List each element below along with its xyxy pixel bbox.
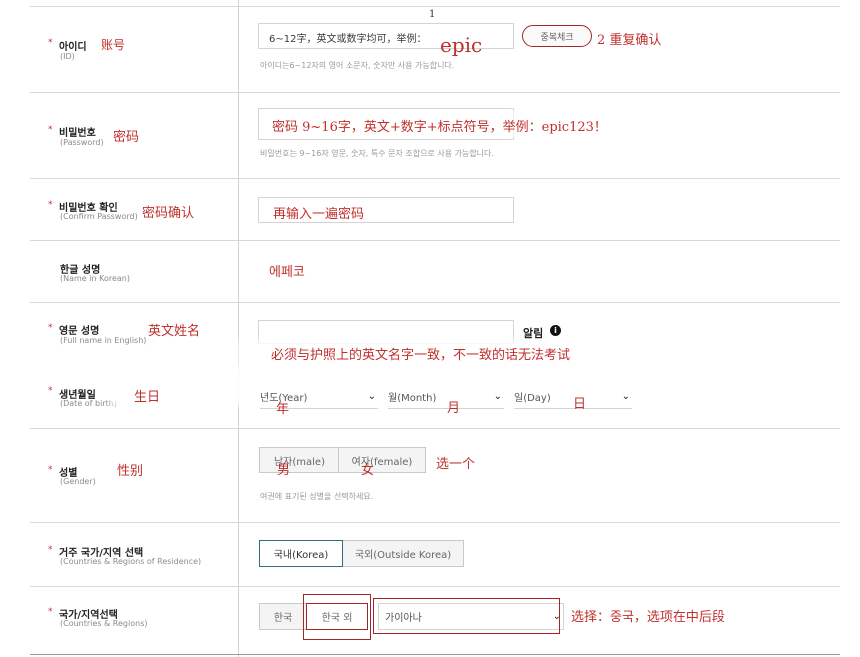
male-annotation: 男 xyxy=(277,463,291,478)
password-annotation: 密码 xyxy=(113,130,140,145)
country-korea-button[interactable]: 한국 xyxy=(259,603,307,630)
required-mark: * xyxy=(48,607,53,617)
gender-pick-annotation: 选一个 xyxy=(436,457,476,472)
required-mark: * xyxy=(48,545,53,555)
registration-form: * 아이디 (ID) 账号 1 6~12字，英文或数字均可，举例： epic 중… xyxy=(0,0,860,657)
chevron-down-icon: ⌄ xyxy=(367,391,376,402)
row-divider xyxy=(30,586,840,587)
korean-name-sublabel: (Name in Korean) xyxy=(60,274,130,283)
password-sublabel: (Password) xyxy=(60,138,104,147)
gender-male-button[interactable]: 남자(male) xyxy=(259,447,339,473)
highlight-box xyxy=(373,598,560,634)
id-example: epic xyxy=(440,33,483,57)
gender-sublabel: (Gender) xyxy=(60,477,96,486)
confirm-password-input[interactable]: 再输入一遍密码 xyxy=(258,197,514,223)
row-divider xyxy=(30,6,840,7)
english-name-annotation: 英文姓名 xyxy=(148,324,201,339)
step-mark: 1 xyxy=(429,9,436,20)
id-input-text: 6~12字，英文或数字均可，举例： xyxy=(269,34,427,45)
confirm-sublabel: (Confirm Password) xyxy=(60,212,138,221)
row-divider xyxy=(30,92,840,93)
highlight-box xyxy=(303,594,371,640)
month-select-value: 월(Month) xyxy=(388,393,437,404)
month-select[interactable]: 월(Month) ⌄ xyxy=(388,385,504,409)
id-hint: 아이디는6~12자의 영어 소문자, 숫자만 사용 가능합니다. xyxy=(260,61,455,70)
required-mark: * xyxy=(48,200,53,210)
required-mark: * xyxy=(48,125,53,135)
residence-korea-button[interactable]: 국내(Korea) xyxy=(259,540,343,567)
month-annotation: 月 xyxy=(447,401,461,416)
gender-female-button[interactable]: 여자(female) xyxy=(338,447,426,473)
duplicate-check-button[interactable]: 중복체크 xyxy=(522,25,592,47)
birth-sublabel: (Date of birth) xyxy=(60,399,117,408)
bottom-border xyxy=(30,654,840,655)
check-annotation: 2 重复确认 xyxy=(597,33,662,48)
chevron-down-icon: ⌄ xyxy=(493,391,502,402)
required-mark: * xyxy=(48,386,53,396)
female-annotation: 女 xyxy=(361,463,375,478)
country-sublabel: (Countries & Regions) xyxy=(60,619,148,628)
english-name-sublabel: (Full name in English) xyxy=(60,336,147,345)
gender-hint: 여권에 표기된 성별을 선택하세요. xyxy=(260,492,374,501)
year-annotation: 年 xyxy=(276,402,290,417)
country-annotation: 选择：중국，选项在中后段 xyxy=(571,610,725,625)
residence-outside-button[interactable]: 국외(Outside Korea) xyxy=(342,540,464,567)
required-mark: * xyxy=(48,465,53,475)
id-annotation: 账号 xyxy=(101,38,126,52)
english-name-note: 必须与护照上的英文名字一致，不一致的话无法考试 xyxy=(271,348,571,363)
confirm-annotation: 密码确认 xyxy=(142,206,195,221)
row-divider xyxy=(30,178,840,179)
row-divider xyxy=(30,302,840,303)
row-divider xyxy=(30,428,840,429)
korean-name-annotation: 에페코 xyxy=(269,265,305,280)
password-annotation-text: 密码 9~16字，英文+数字+标点符号，举例：epic123！ xyxy=(272,120,607,135)
column-divider xyxy=(238,0,239,657)
day-annotation: 日 xyxy=(573,397,587,412)
alert-label: 알림 xyxy=(523,327,544,340)
chevron-down-icon: ⌄ xyxy=(621,391,630,402)
row-divider xyxy=(30,522,840,523)
password-hint: 비밀번호는 9~16자 영문, 숫자, 특수 문자 조합으로 사용 가능합니다. xyxy=(260,149,494,158)
confirm-annotation-text: 再输入一遍密码 xyxy=(273,207,365,222)
required-mark: * xyxy=(48,38,53,48)
id-sublabel: (ID) xyxy=(60,52,75,61)
english-name-label: 영문 성명 xyxy=(59,326,100,337)
residence-sublabel: (Countries & Regions of Residence) xyxy=(60,557,202,566)
info-icon[interactable]: i xyxy=(550,325,561,336)
row-divider xyxy=(30,240,840,241)
id-label: 아이디 xyxy=(59,42,87,53)
password-label: 비밀번호 xyxy=(59,128,96,139)
day-select-value: 일(Day) xyxy=(514,393,551,404)
birth-annotation: 生日 xyxy=(134,390,161,405)
required-mark: * xyxy=(48,323,53,333)
gender-annotation: 性别 xyxy=(117,464,144,479)
